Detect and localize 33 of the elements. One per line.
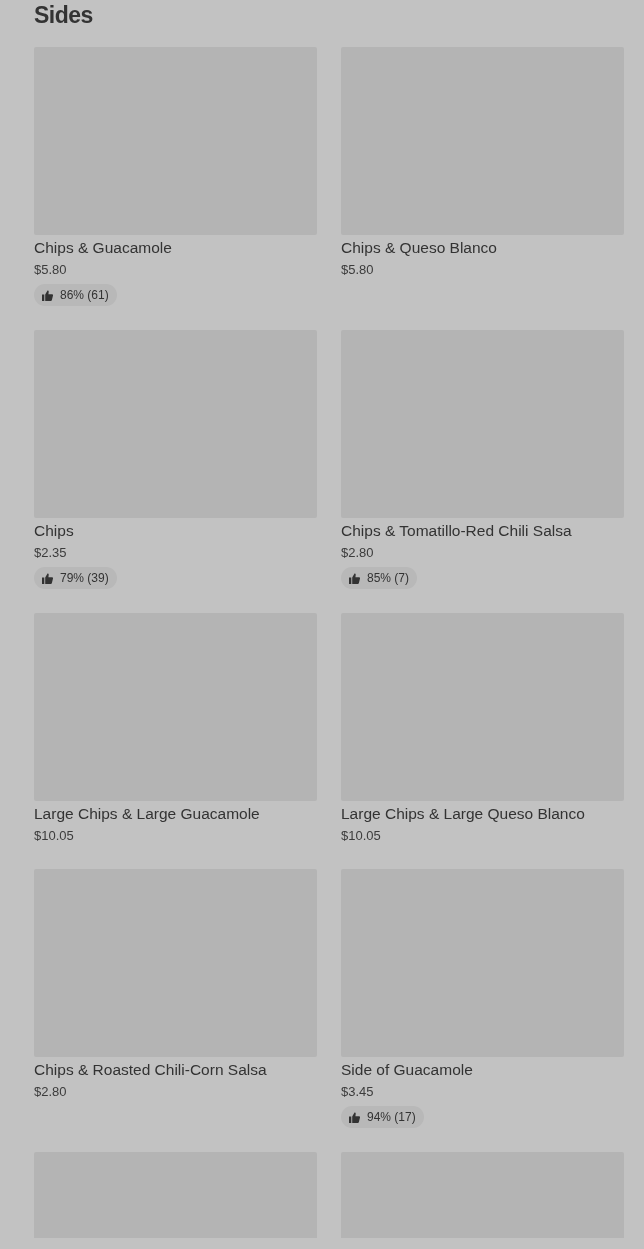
menu-item-card[interactable]: Large Chips & Large Guacamole $10.05 [34, 613, 317, 845]
rating-badge: 85% (7) [341, 567, 418, 589]
item-price: $5.80 [341, 261, 374, 279]
menu-item-card[interactable]: Chips & Queso Blanco $5.80 [341, 47, 624, 279]
item-name: Side of Guacamole [341, 1060, 473, 1080]
menu-item-card[interactable]: Large Chips & Large Queso Blanco $10.05 [341, 613, 624, 845]
thumbs-up-icon [42, 289, 53, 301]
item-name: Chips & Queso Blanco [341, 238, 497, 258]
menu-item-card[interactable]: Chips & Guacamole $5.80 86% (61) [34, 47, 317, 306]
thumbs-up-icon [349, 572, 360, 584]
menu-item-card[interactable]: Chips & Tomatillo-Red Chili Salsa $2.80 85% (7) [341, 330, 624, 589]
item-name: Chips [34, 521, 74, 541]
item-name: Chips & Guacamole [34, 238, 172, 258]
section-title: Sides [34, 1, 94, 28]
item-price: $3.45 [341, 1083, 374, 1101]
thumbs-up-icon [349, 1111, 360, 1123]
rating-badge: 79% (39) [34, 567, 117, 589]
thumbs-up-icon [42, 572, 53, 584]
item-price: $2.35 [34, 544, 67, 562]
menu-item-card[interactable]: Chips & Roasted Chili-Corn Salsa $2.80 [34, 869, 317, 1101]
item-name: Chips & Roasted Chili-Corn Salsa [34, 1060, 267, 1080]
item-name: Chips & Tomatillo-Red Chili Salsa [341, 521, 572, 541]
item-price: $2.80 [34, 1083, 67, 1101]
item-price: $2.80 [341, 544, 374, 562]
rating-badge: 94% (17) [341, 1106, 424, 1128]
item-price: $5.80 [34, 261, 67, 279]
menu-item-card[interactable]: Side of Guacamole $3.45 94% (17) [341, 869, 624, 1128]
item-name: Large Chips & Large Queso Blanco [341, 804, 585, 824]
item-price: $10.05 [341, 827, 381, 845]
item-price: $10.05 [34, 827, 74, 845]
rating-badge: 86% (61) [34, 284, 117, 306]
menu-item-card[interactable]: Chips $2.35 79% (39) [34, 330, 317, 589]
item-name: Large Chips & Large Guacamole [34, 804, 260, 824]
